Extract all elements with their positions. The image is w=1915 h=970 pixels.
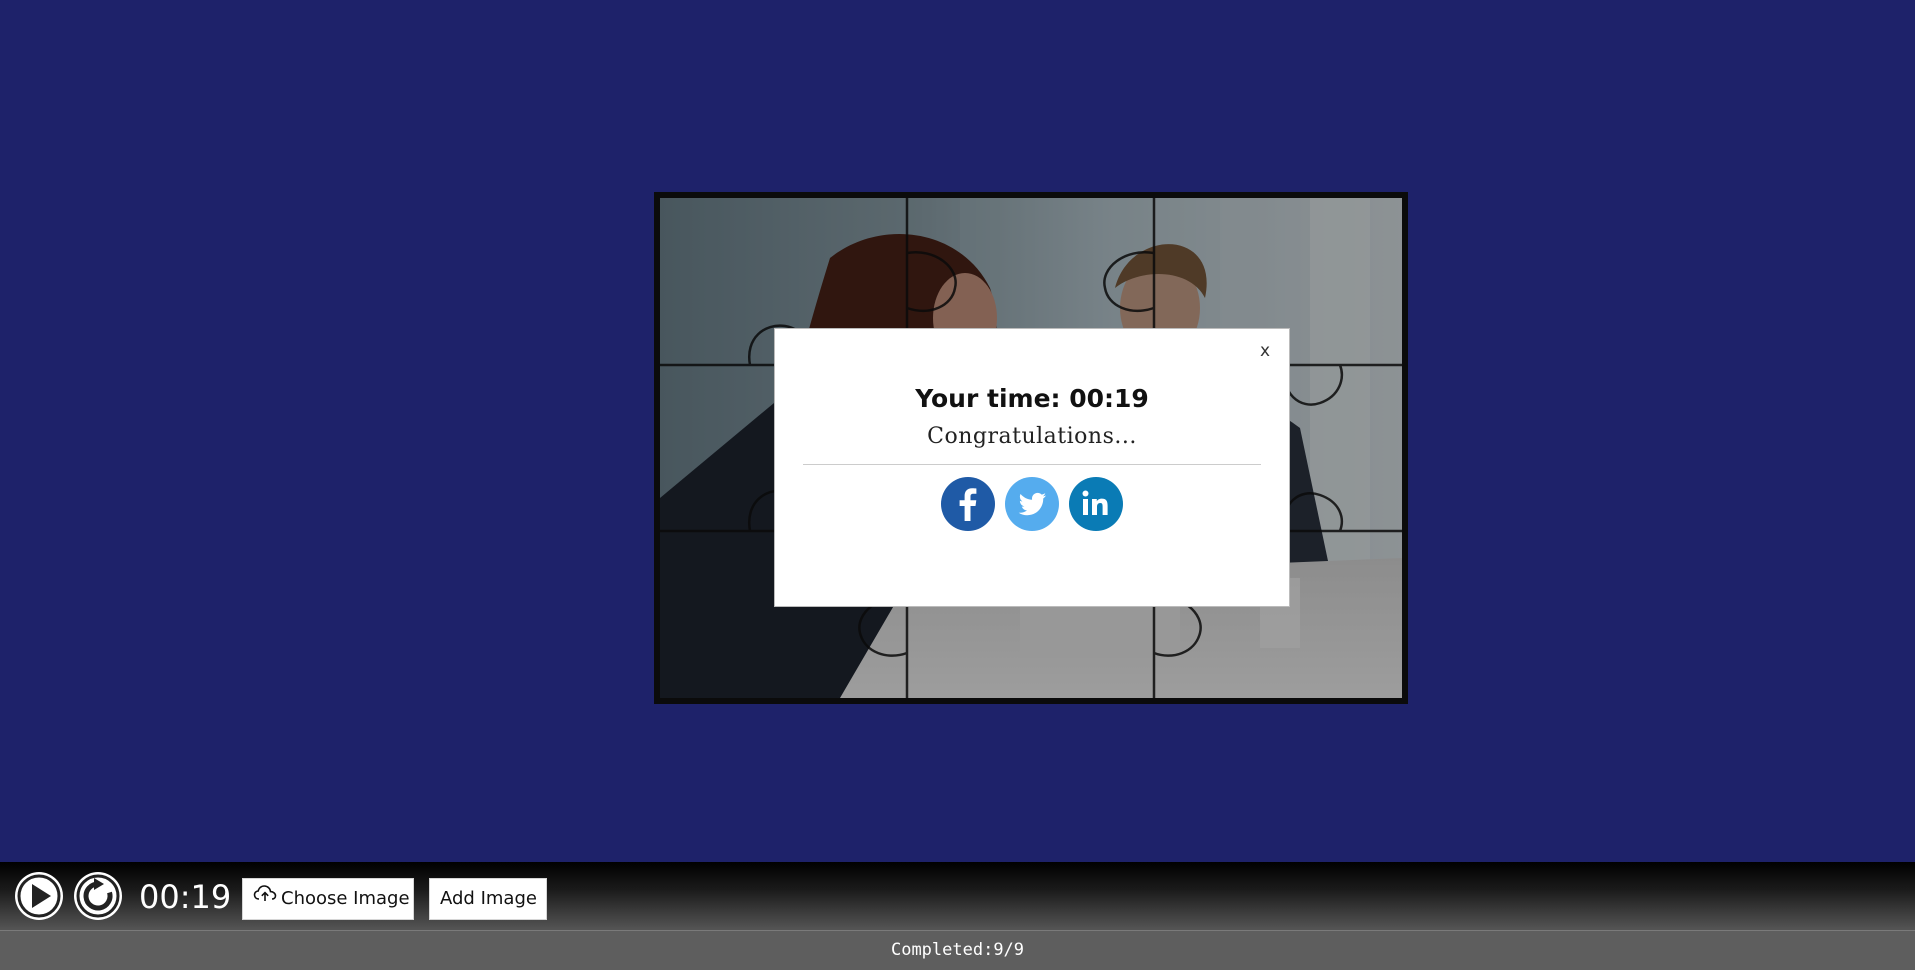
- game-stage: x Your time: 00:19 Congratulations...: [0, 0, 1915, 862]
- share-buttons: [775, 477, 1289, 531]
- close-button[interactable]: x: [1255, 341, 1275, 361]
- choose-image-button[interactable]: Choose Image: [242, 878, 414, 920]
- linkedin-share-button[interactable]: [1069, 477, 1123, 531]
- twitter-icon: [1018, 492, 1046, 516]
- choose-image-label: Choose Image: [281, 888, 410, 909]
- congratulations-text: Congratulations...: [927, 424, 1137, 449]
- result-modal: x Your time: 00:19 Congratulations...: [774, 328, 1290, 607]
- facebook-share-button[interactable]: [941, 477, 995, 531]
- toolbar: 00:19 Choose Image Add Image: [0, 862, 1915, 930]
- play-button[interactable]: [15, 872, 63, 920]
- facebook-icon: [959, 488, 977, 521]
- cloud-upload-icon: [253, 877, 277, 917]
- add-image-button[interactable]: Add Image: [429, 878, 547, 920]
- completed-status: Completed:9/9: [890, 940, 1025, 960]
- status-bar: Completed:9/9: [0, 930, 1915, 970]
- twitter-share-button[interactable]: [1005, 477, 1059, 531]
- linkedin-icon: [1082, 490, 1108, 515]
- timer-display: 00:19: [139, 878, 232, 916]
- play-icon: [17, 874, 61, 918]
- modal-divider: [803, 464, 1261, 465]
- reset-button[interactable]: [74, 872, 122, 920]
- reset-icon: [76, 874, 120, 918]
- result-time-text: Your time: 00:19: [915, 384, 1149, 413]
